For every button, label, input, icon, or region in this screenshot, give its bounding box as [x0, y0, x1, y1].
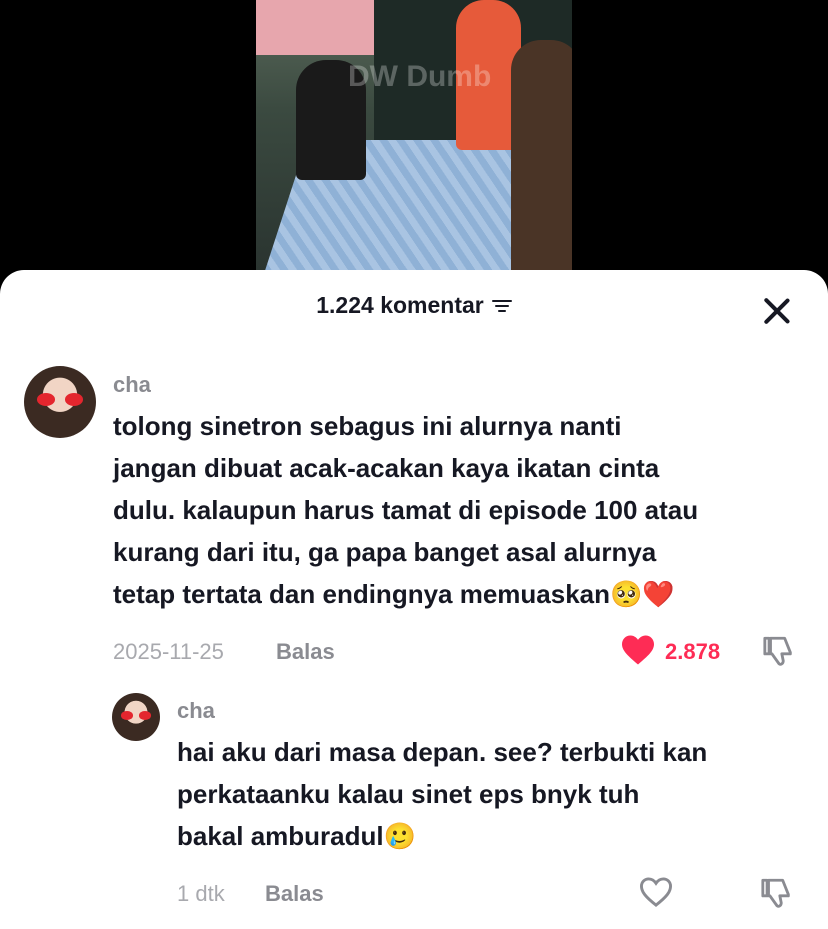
comment-line: perkataanku kalau sinet eps bnyk tuh — [177, 779, 640, 809]
reply-button[interactable]: Balas — [276, 639, 335, 665]
comment-date: 1 dtk — [177, 881, 225, 906]
comment-line: hai aku dari masa depan. see? terbukti k… — [177, 737, 708, 767]
video-player[interactable]: DW Dumb — [256, 0, 572, 272]
comments-panel: 1.224 komentar cha tolong sinetron sebag… — [0, 270, 828, 929]
heart-outline-icon[interactable] — [638, 876, 674, 908]
comment-line: bakal amburadul — [177, 821, 384, 851]
video-person — [511, 40, 572, 272]
comment-line: tetap tertata dan endingnya memuaskan — [113, 579, 611, 609]
comment-line: kurang dari itu, ga papa banget asal alu… — [113, 537, 657, 567]
comment-text: tolong sinetron sebagus ini alurnya nant… — [113, 405, 698, 615]
comment-username[interactable]: cha — [177, 698, 215, 724]
dislike-icon[interactable] — [762, 634, 796, 668]
comments-header: 1.224 komentar — [0, 292, 828, 332]
comment-line: tolong sinetron sebagus ini alurnya nant… — [113, 411, 622, 441]
emoji: 🥲 — [383, 821, 416, 851]
comment-count: 1.224 komentar — [316, 292, 484, 318]
reply-button[interactable]: Balas — [265, 881, 324, 907]
avatar[interactable] — [24, 366, 96, 438]
video-watermark: DW Dumb — [348, 60, 492, 93]
video-wall — [256, 0, 374, 55]
comment-text: hai aku dari masa depan. see? terbukti k… — [177, 731, 707, 857]
heart-icon[interactable] — [620, 634, 656, 666]
avatar[interactable] — [112, 693, 160, 741]
close-icon[interactable] — [762, 296, 792, 326]
comment-username[interactable]: cha — [113, 372, 151, 398]
comment-date: 2025-11-25 — [113, 639, 224, 664]
emoji: 🥺❤️ — [610, 579, 675, 609]
dislike-icon[interactable] — [760, 876, 794, 910]
filter-icon[interactable] — [491, 298, 512, 314]
like-count: 2.878 — [665, 639, 721, 664]
comment-line: dulu. kalaupun harus tamat di episode 10… — [113, 495, 699, 525]
comment-line: jangan dibuat acak-acakan kaya ikatan ci… — [113, 453, 660, 483]
